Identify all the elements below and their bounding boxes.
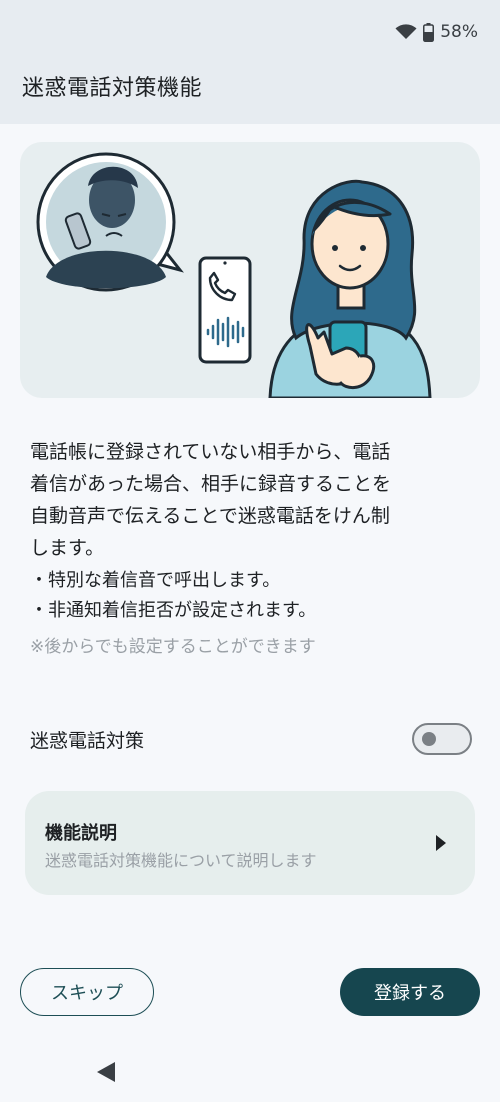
battery-icon xyxy=(423,22,435,42)
register-button[interactable]: 登録する xyxy=(340,968,480,1016)
app-header: 58% 迷惑電話対策機能 xyxy=(0,0,500,124)
feature-description: 電話帳に登録されていない相手から、電話 着信があった場合、相手に録音することを … xyxy=(30,441,392,559)
bullet-item: ・特別な着信音で呼出します。 xyxy=(30,570,281,591)
woman-with-phone-illustration xyxy=(268,179,432,398)
toggle-label: 迷惑電話対策 xyxy=(30,729,145,752)
settings-note: ※後からでも設定することができます xyxy=(30,637,316,657)
caller-avatar-icon xyxy=(36,152,184,292)
battery-percent: 58% xyxy=(440,22,478,42)
phone-call-icon xyxy=(198,256,252,364)
status-bar: 58% xyxy=(395,20,478,44)
toggle-knob xyxy=(422,732,436,746)
page-title: 迷惑電話対策機能 xyxy=(22,76,203,101)
feature-bullets: ・特別な着信音で呼出します。 ・非通知着信拒否が設定されます。 xyxy=(30,566,474,626)
skip-button[interactable]: スキップ xyxy=(20,968,154,1016)
back-nav-icon[interactable] xyxy=(96,1061,116,1083)
feature-explanation-card[interactable]: 機能説明 迷惑電話対策機能について説明します xyxy=(25,791,475,895)
hero-illustration xyxy=(20,142,480,398)
bullet-item: ・非通知着信拒否が設定されます。 xyxy=(30,600,317,621)
card-subtitle: 迷惑電話対策機能について説明します xyxy=(45,851,317,870)
wifi-icon xyxy=(395,24,417,39)
spam-call-toggle[interactable] xyxy=(412,723,472,755)
card-title: 機能説明 xyxy=(45,823,117,844)
chevron-right-icon xyxy=(436,835,446,851)
spam-call-toggle-row[interactable]: 迷惑電話対策 xyxy=(30,722,472,756)
